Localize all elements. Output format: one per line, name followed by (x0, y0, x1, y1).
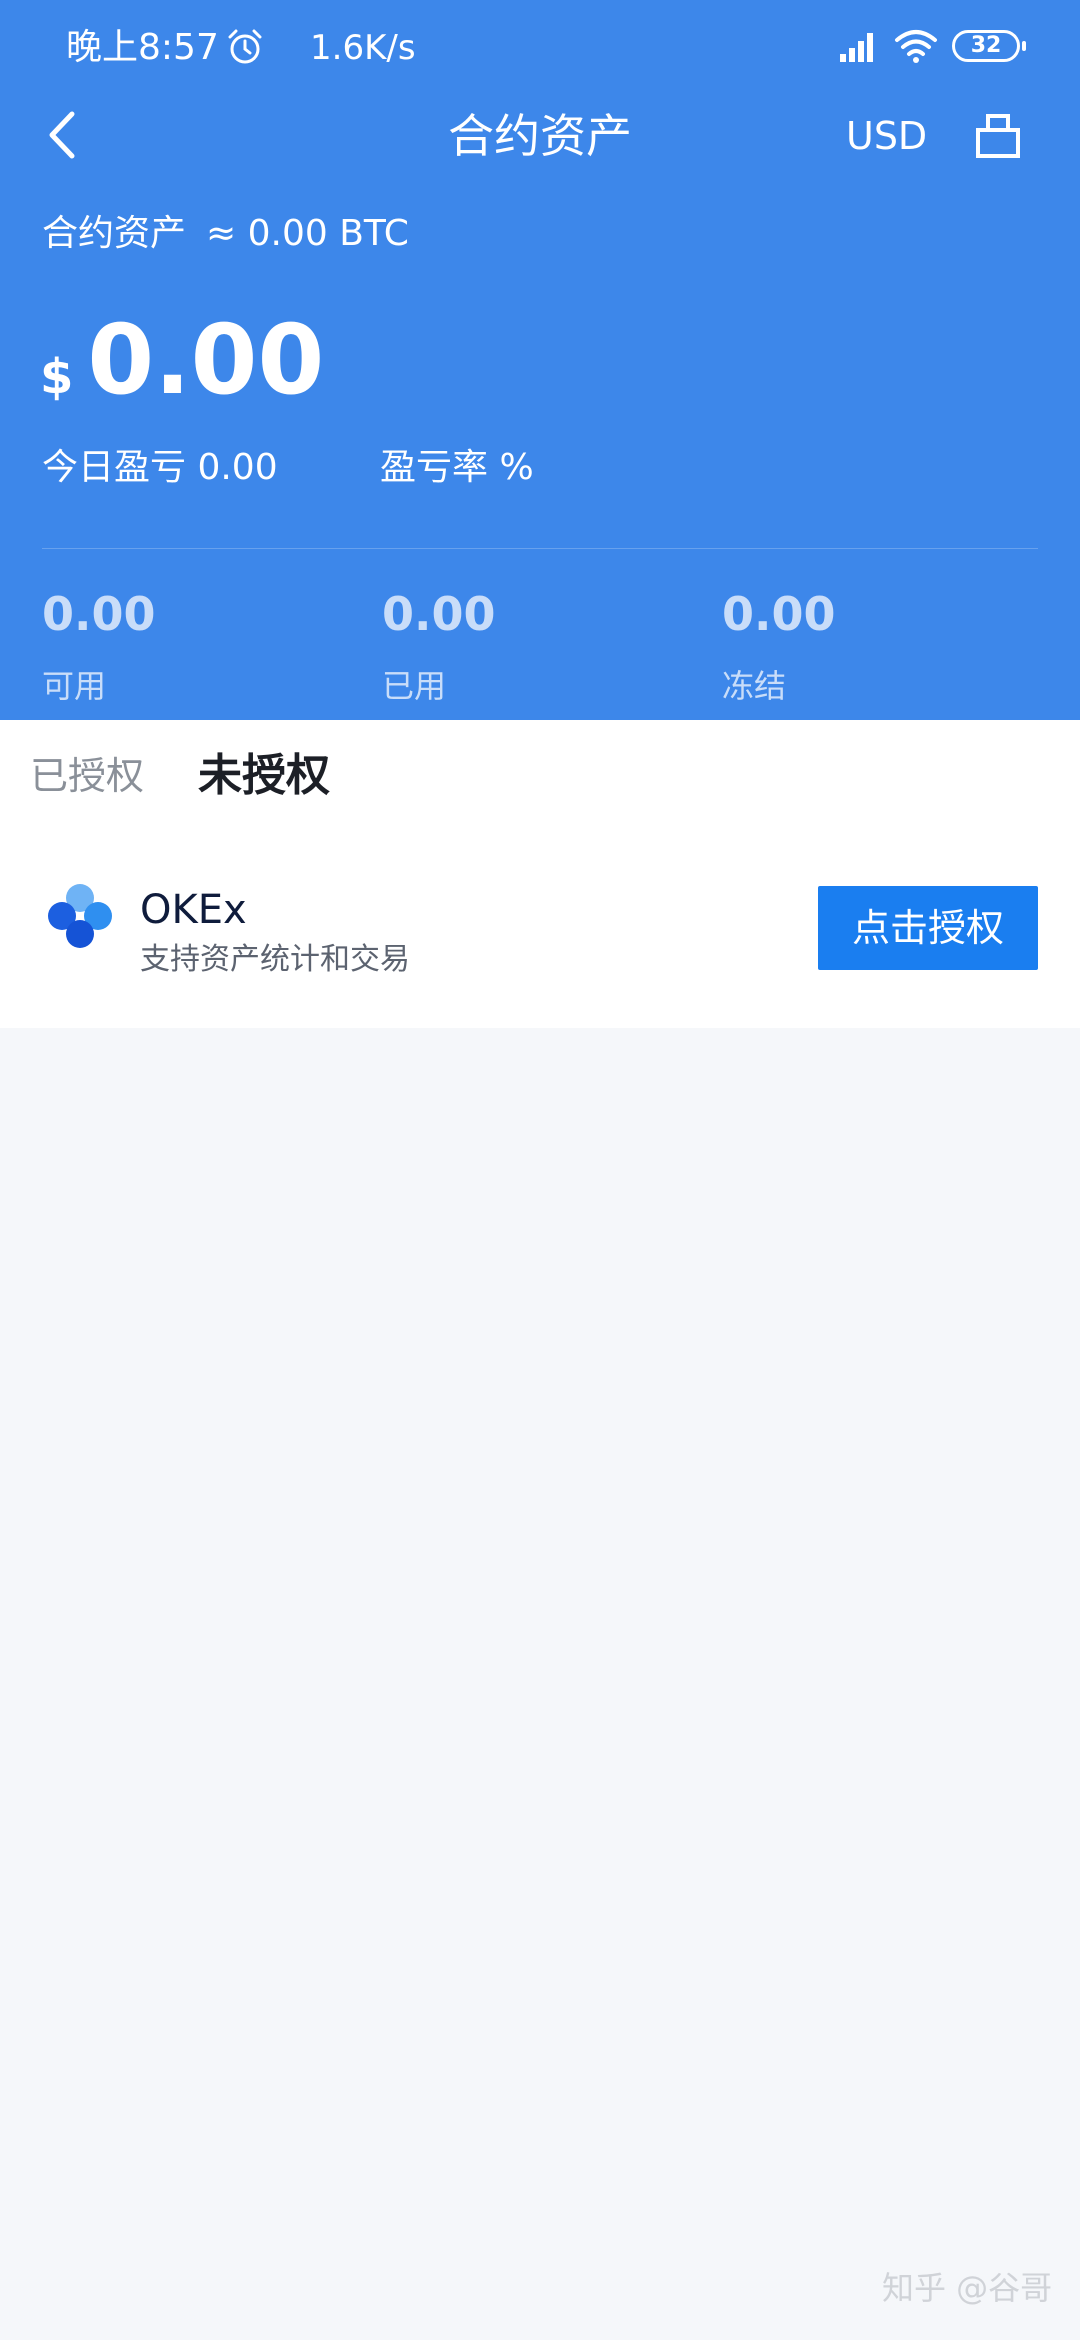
tab-unauthorized[interactable]: 未授权 (198, 746, 330, 806)
status-bar: 晚上8:57 1.6K/s 32 (0, 0, 1080, 96)
exchange-description: 支持资产统计和交易 (140, 942, 410, 977)
okex-logo-icon (48, 884, 112, 948)
stat-used: 0.00 已用 (382, 584, 682, 708)
cellular-signal-icon (840, 33, 873, 62)
network-speed: 1.6K/s (310, 28, 416, 68)
back-arrow-icon[interactable] (36, 100, 92, 170)
balance-amount: 0.00 (87, 304, 325, 416)
authorize-button[interactable]: 点击授权 (818, 886, 1038, 970)
stat-available: 0.00 可用 (42, 584, 342, 708)
stat-frozen: 0.00 冻结 (722, 584, 1022, 708)
pnl-rate: 盈亏率 % (380, 447, 534, 488)
currency-selector[interactable]: USD (846, 108, 927, 164)
currency-symbol: $ (40, 349, 74, 405)
tab-authorized[interactable]: 已授权 (30, 746, 144, 806)
stat-value: 0.00 (722, 587, 836, 641)
today-pnl: 今日盈亏 0.00 (42, 447, 278, 488)
total-balance: $0.00 (40, 300, 324, 448)
share-icon[interactable] (974, 108, 1022, 162)
asset-header: 晚上8:57 1.6K/s 32 合约资产 USD 合约资产 ≈ 0.00 BT… (0, 0, 1080, 720)
stat-label: 已用 (382, 667, 447, 705)
contract-assets-label: 合约资产 (42, 213, 187, 254)
alarm-clock-icon (228, 29, 262, 64)
stat-value: 0.00 (42, 587, 156, 641)
summary-divider (42, 548, 1038, 549)
exchange-name: OKEx (140, 887, 247, 933)
watermark: 知乎 @谷哥 (882, 2269, 1053, 2307)
status-time: 晚上8:57 (66, 27, 219, 68)
authorization-panel: 已授权 未授权 OKEx 支持资产统计和交易 点击授权 (0, 720, 1080, 1028)
btc-equivalent: 合约资产 ≈ 0.00 BTC (42, 210, 409, 258)
stat-value: 0.00 (382, 587, 496, 641)
wifi-icon (895, 30, 937, 63)
btc-value: ≈ 0.00 BTC (206, 213, 409, 254)
battery-indicator: 32 (952, 30, 1026, 62)
battery-level: 32 (970, 33, 1002, 58)
stat-label: 可用 (42, 667, 107, 705)
stat-label: 冻结 (722, 667, 787, 705)
